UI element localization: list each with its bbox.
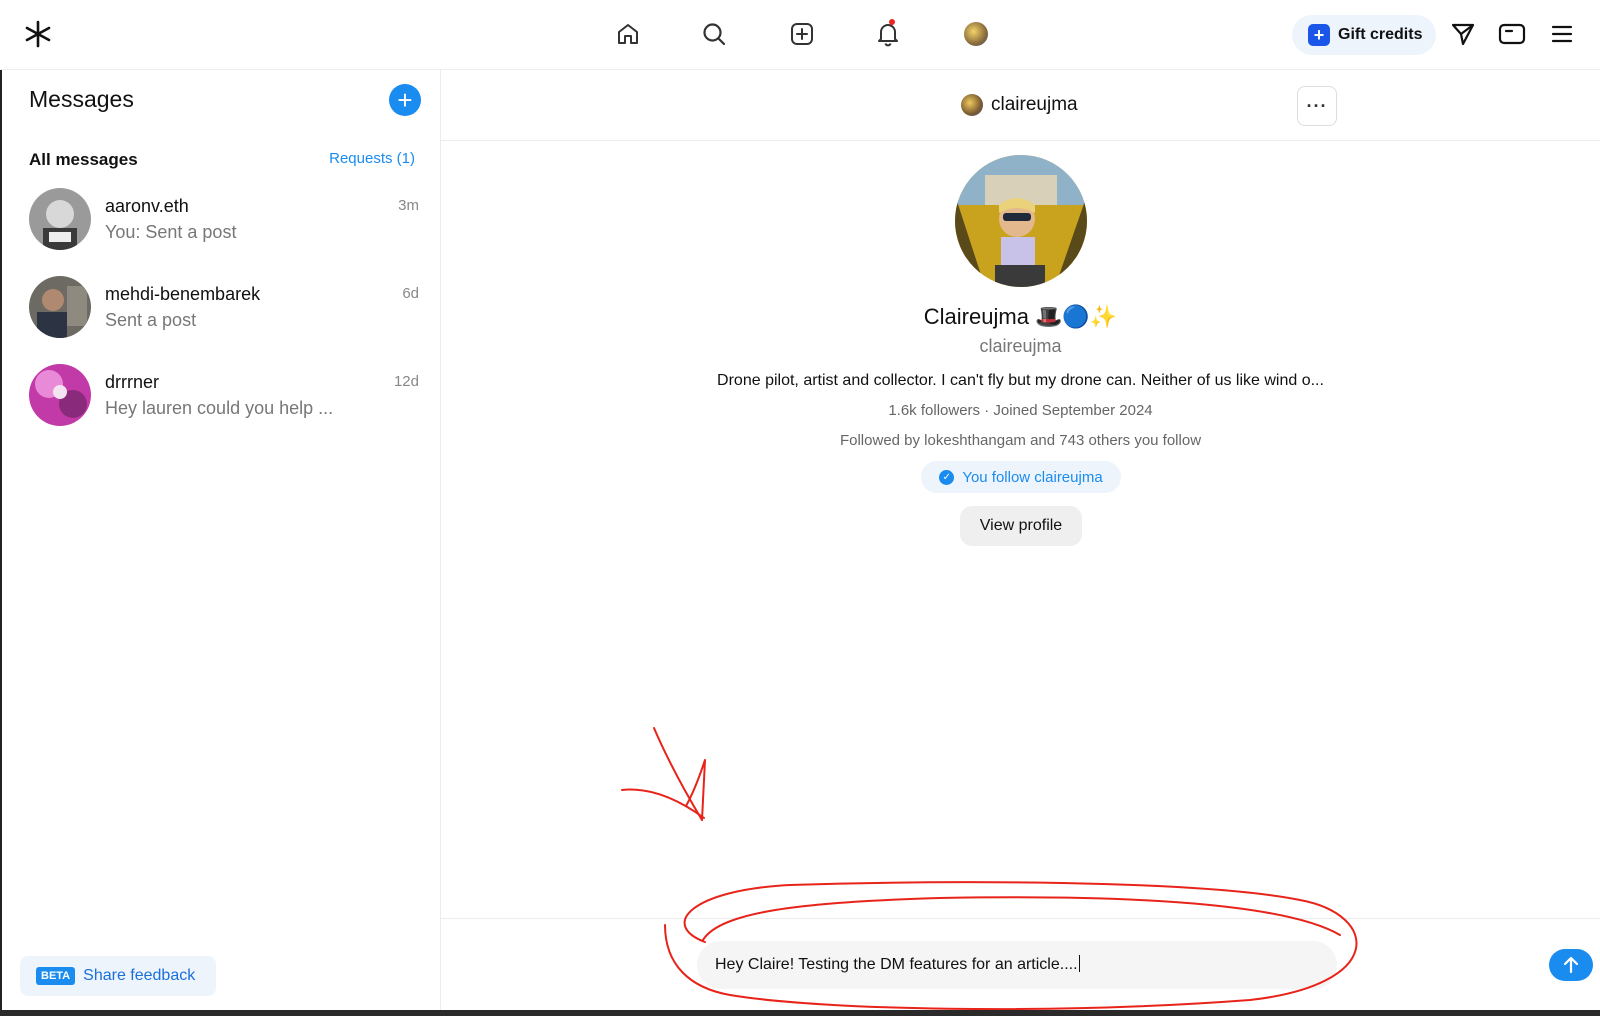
- more-options-button[interactable]: ···: [1297, 86, 1337, 126]
- chat-header-name[interactable]: claireujma: [991, 94, 1078, 116]
- composer-area: Hey Claire! Testing the DM features for …: [441, 918, 1600, 1016]
- wallet-icon[interactable]: [1496, 18, 1528, 50]
- profile-bio: Drone pilot, artist and collector. I can…: [717, 372, 1324, 389]
- conversation-time: 12d: [393, 373, 419, 390]
- beta-badge: BETA: [36, 967, 76, 985]
- profile-avatar[interactable]: [964, 22, 988, 46]
- gift-credits-label: Gift credits: [1338, 26, 1423, 43]
- view-profile-button[interactable]: View profile: [960, 506, 1082, 546]
- create-post-icon[interactable]: [786, 18, 818, 50]
- menu-icon[interactable]: [1546, 18, 1578, 50]
- conversation-name: mehdi-benembarek: [105, 284, 261, 304]
- notification-dot: [889, 19, 895, 25]
- conversation-item[interactable]: drrrner Hey lauren could you help ... 12…: [29, 364, 419, 434]
- follow-status-label: You follow claireujma: [962, 468, 1103, 486]
- avatar[interactable]: [961, 94, 983, 116]
- profile-photo[interactable]: [955, 155, 1087, 287]
- conversation-name: drrrner: [105, 372, 160, 392]
- conversation-name: aaronv.eth: [105, 196, 189, 216]
- profile-stats: 1.6k followers · Joined September 2024: [888, 402, 1153, 419]
- window-bottom-edge: [0, 1010, 1600, 1016]
- conversation-preview: Sent a post: [105, 310, 197, 330]
- requests-link[interactable]: Requests (1): [329, 150, 415, 167]
- follow-status-badge: ✓ You follow claireujma: [921, 461, 1121, 493]
- notifications-icon[interactable]: [872, 18, 904, 50]
- conversation-preview: Hey lauren could you help ...: [105, 398, 334, 418]
- conversation-item[interactable]: mehdi-benembarek Sent a post 6d: [29, 276, 419, 346]
- check-icon: ✓: [939, 469, 955, 485]
- profile-display-name: Claireujma 🎩🔵✨: [923, 304, 1118, 329]
- all-messages-label: All messages: [29, 150, 138, 169]
- chat-header: claireujma ···: [441, 70, 1600, 141]
- search-icon[interactable]: [698, 18, 730, 50]
- conversation-time: 6d: [402, 285, 419, 302]
- messages-sidebar: Messages + All messages Requests (1) aar…: [0, 70, 441, 1016]
- profile-handle: claireujma: [979, 336, 1062, 356]
- send-button[interactable]: [1549, 949, 1593, 981]
- asterisk-logo-icon[interactable]: [22, 18, 54, 50]
- avatar: [29, 364, 91, 426]
- share-feedback-button[interactable]: BETA Share feedback: [20, 956, 216, 996]
- messages-title: Messages: [29, 86, 134, 112]
- top-navigation-bar: + Gift credits: [0, 0, 1600, 70]
- conversation-item[interactable]: aaronv.eth You: Sent a post 3m: [29, 188, 419, 258]
- conversation-time: 3m: [398, 197, 419, 214]
- plus-icon: +: [1308, 24, 1330, 46]
- message-input[interactable]: Hey Claire! Testing the DM features for …: [697, 941, 1593, 989]
- avatar: [29, 188, 91, 250]
- avatar: [29, 276, 91, 338]
- followed-by-text: Followed by lokeshthangam and 743 others…: [839, 432, 1202, 449]
- gift-credits-button[interactable]: + Gift credits: [1292, 15, 1436, 55]
- home-icon[interactable]: [612, 18, 644, 50]
- send-icon[interactable]: [1447, 18, 1479, 50]
- conversation-preview: You: Sent a post: [105, 222, 237, 242]
- chat-panel: claireujma ··· Claireujma 🎩🔵✨ claireujma…: [441, 70, 1600, 1016]
- message-input-value: Hey Claire! Testing the DM features for …: [715, 955, 1080, 973]
- new-message-button[interactable]: +: [389, 84, 421, 116]
- arrow-up-icon: [1563, 956, 1579, 974]
- share-feedback-label: Share feedback: [83, 967, 196, 984]
